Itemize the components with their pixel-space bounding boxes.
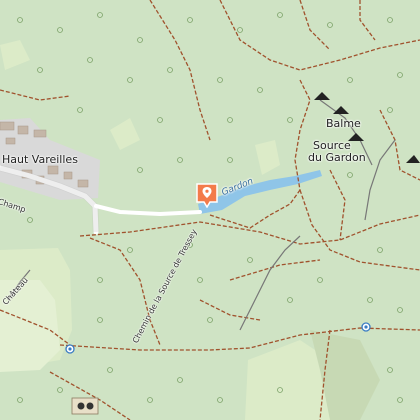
map-layer xyxy=(0,0,420,420)
binoculars-icon[interactable] xyxy=(71,397,99,415)
spring-circle-icon[interactable] xyxy=(65,344,75,354)
peak-label: Balme xyxy=(326,117,361,130)
map-canvas[interactable]: Haut Vareilles Balme Source du Gardon Ch… xyxy=(0,0,420,420)
map-pin-icon[interactable] xyxy=(195,182,219,208)
spring-circle-icon[interactable] xyxy=(361,322,371,332)
spring-label-line2: du Gardon xyxy=(308,151,366,164)
village-label: Haut Vareilles xyxy=(2,153,78,166)
